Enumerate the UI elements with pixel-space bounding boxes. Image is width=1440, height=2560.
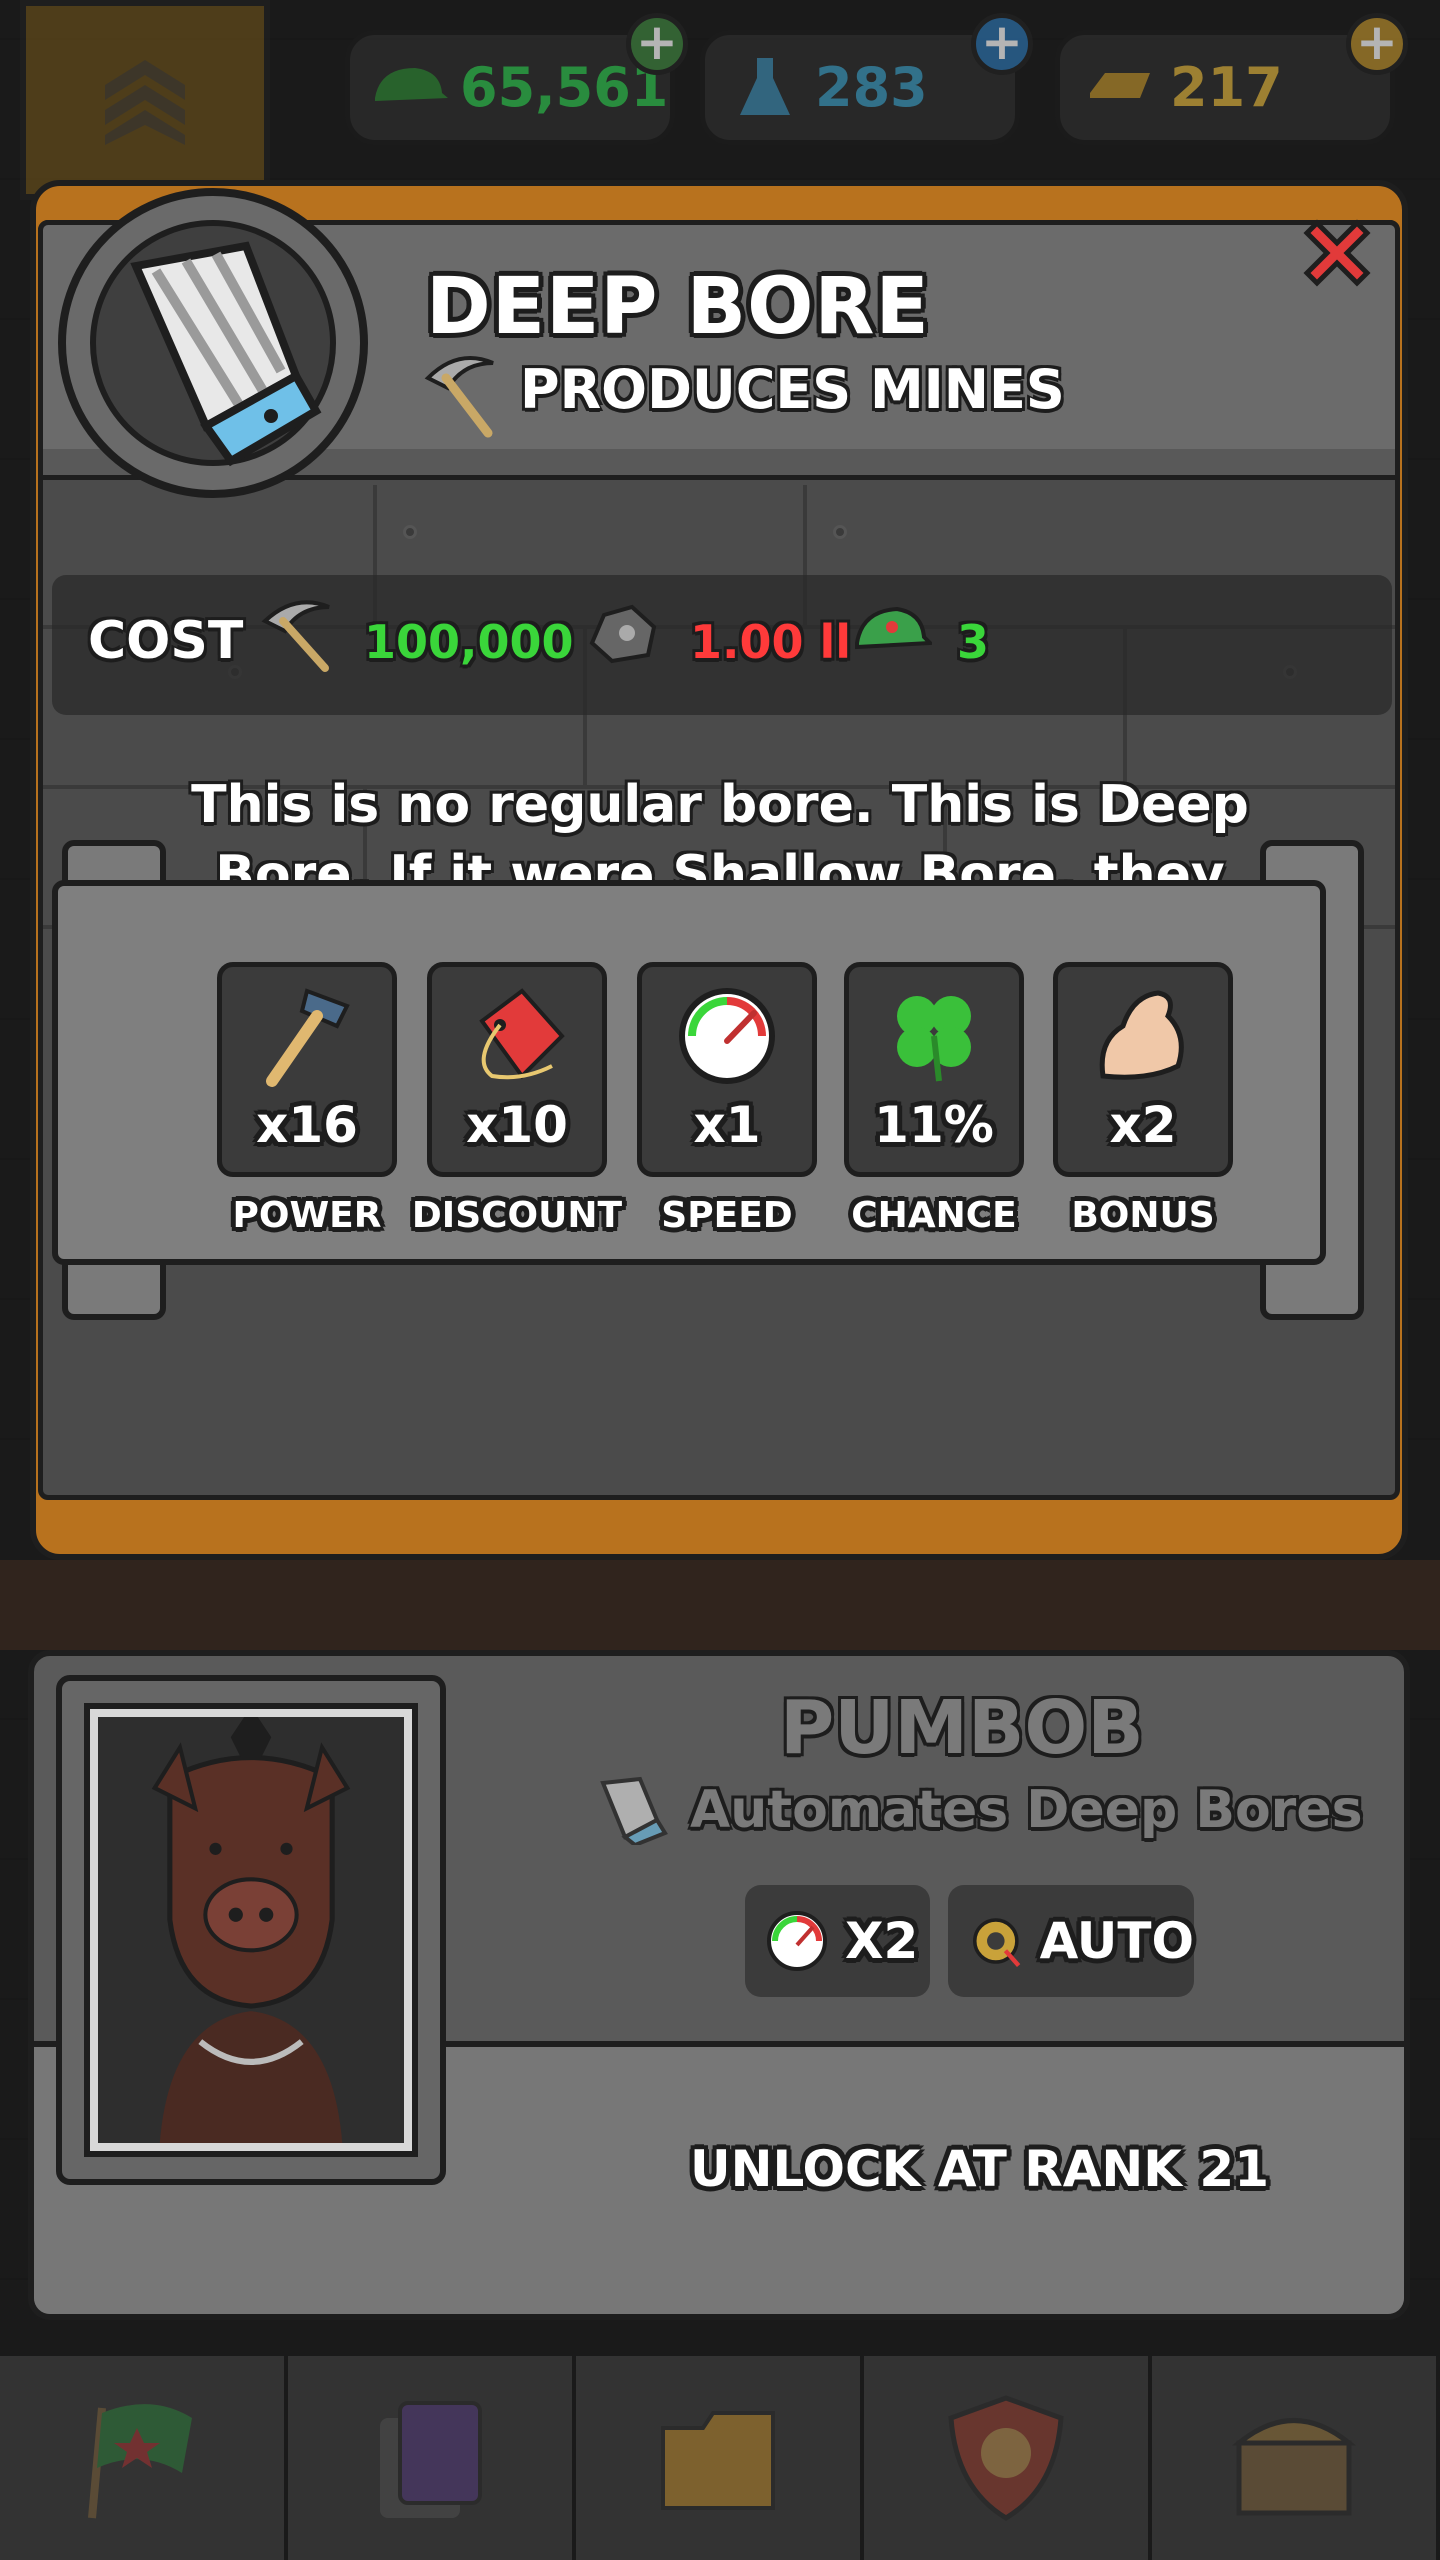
drill-icon — [130, 241, 322, 467]
hammer-icon — [266, 988, 350, 1087]
stat-discount: x10 — [427, 962, 607, 1177]
cost-cap-amount: 3 — [957, 615, 990, 669]
stat-speed-label: SPEED — [661, 1195, 793, 1236]
cost-label: COST — [88, 611, 244, 671]
auto-gear-icon — [973, 1918, 1021, 1968]
item-badge — [58, 188, 368, 498]
flask-icon — [740, 58, 790, 115]
stat-chance: 11% — [844, 962, 1024, 1177]
manager-portrait — [98, 1717, 404, 2143]
flexed-arm-icon — [1099, 990, 1184, 1080]
item-title: DEEP BORE — [426, 262, 930, 352]
bottom-navigation — [0, 2350, 1440, 2560]
upgrade-dialog: DEEP BORE PRODUCES MINES COST 100,000 1.… — [30, 180, 1408, 1560]
nav-chest[interactable] — [1152, 2356, 1440, 2560]
stat-bonus-label: BONUS — [1071, 1195, 1215, 1236]
manager-perk-auto: AUTO — [948, 1885, 1194, 1997]
stat-power-value: x16 — [256, 1096, 358, 1154]
folder-icon — [661, 2411, 775, 2510]
manager-perk-speed-label: X2 — [845, 1912, 919, 1970]
cost-ore-amount: 1.00 ll — [690, 615, 852, 669]
add-research-button[interactable]: + — [971, 13, 1033, 75]
research-value: 283 — [815, 56, 928, 119]
currency-bar: 65,561 + 283 + 217 + — [0, 0, 1440, 200]
pickaxe-icon — [261, 600, 330, 672]
gold-bar-icon — [1090, 73, 1150, 98]
cash-counter[interactable]: 65,561 + — [345, 13, 688, 145]
add-cash-button[interactable]: + — [626, 13, 688, 75]
ore-rock-icon — [589, 604, 657, 664]
manager-perk-auto-label: AUTO — [1039, 1912, 1194, 1970]
stat-speed: x1 — [637, 962, 817, 1177]
stat-power: x16 — [217, 962, 397, 1177]
cost-bar: COST 100,000 1.00 ll 3 — [52, 575, 1392, 715]
stat-speed-value: x1 — [693, 1096, 761, 1154]
boar-manager-image — [151, 1717, 351, 2143]
stat-power-label: POWER — [232, 1195, 382, 1236]
rank-chevron-icon — [105, 60, 185, 145]
unlock-requirement: UNLOCK AT RANK 21 — [690, 2140, 1269, 2198]
manager-description: Automates Deep Bores — [690, 1780, 1363, 1840]
speedometer-icon — [679, 988, 775, 1084]
army-cap-icon — [855, 606, 932, 650]
shield-fist-icon — [948, 2395, 1064, 2521]
stat-discount-value: x10 — [466, 1096, 568, 1154]
nav-folder[interactable] — [576, 2356, 864, 2560]
manager-name: PUMBOB — [780, 1685, 1144, 1771]
nav-flag[interactable] — [0, 2356, 288, 2560]
manager-portrait-frame — [56, 1675, 446, 2185]
nav-cards[interactable] — [288, 2356, 576, 2560]
clover-icon — [897, 996, 971, 1082]
stat-chance-label: CHANCE — [851, 1195, 1017, 1236]
add-gold-button[interactable]: + — [1346, 13, 1408, 75]
cost-pickaxe-amount: 100,000 — [364, 615, 574, 669]
speedometer-icon — [767, 1911, 827, 1971]
price-tag-icon — [479, 988, 565, 1080]
research-counter[interactable]: 283 + — [700, 13, 1033, 145]
flag-icon — [88, 2404, 192, 2519]
nav-shield[interactable] — [864, 2356, 1152, 2560]
item-subtitle: PRODUCES MINES — [520, 358, 1065, 421]
stat-chance-value: 11% — [874, 1096, 994, 1154]
stat-bonus-value: x2 — [1109, 1096, 1177, 1154]
background-list-strip — [0, 1560, 1440, 1650]
gold-counter[interactable]: 217 + — [1055, 13, 1408, 145]
gold-value: 217 — [1170, 56, 1283, 119]
treasure-chest-icon — [1231, 2418, 1357, 2516]
stat-discount-label: DISCOUNT — [411, 1195, 623, 1236]
manager-perk-speed: X2 — [745, 1885, 930, 1997]
pickaxe-icon — [424, 356, 494, 438]
drill-icon — [600, 1776, 668, 1845]
army-cap-icon — [375, 68, 448, 101]
close-icon[interactable] — [1292, 208, 1382, 298]
cards-icon — [380, 2401, 482, 2518]
stat-bonus: x2 — [1053, 962, 1233, 1177]
